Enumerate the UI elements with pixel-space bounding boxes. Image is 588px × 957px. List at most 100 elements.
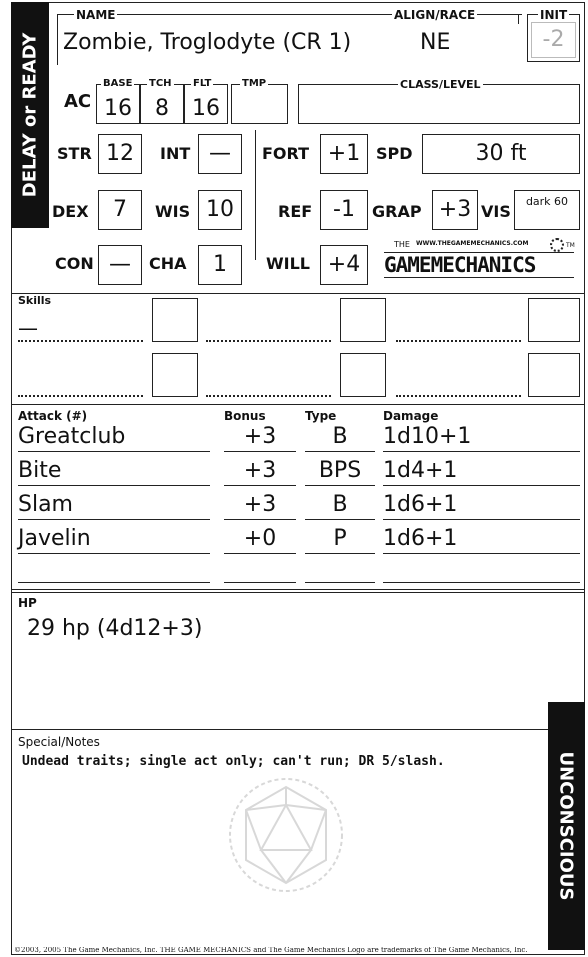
notes-top-rule — [11, 729, 548, 730]
attack-rule-5d — [383, 582, 580, 583]
hp-top-rule-2 — [11, 592, 585, 593]
attack-type-4: P — [333, 526, 347, 551]
attack-damage-2: 1d4+1 — [383, 458, 458, 483]
will-value: +4 — [327, 252, 361, 277]
fort-label: FORT — [262, 144, 310, 163]
attack-rule-4d — [383, 553, 580, 554]
attack-rule-2b — [224, 485, 296, 486]
cha-label: CHA — [149, 254, 187, 273]
skill-line-1c — [396, 340, 521, 342]
ref-value: -1 — [333, 197, 355, 222]
grap-label: GRAP — [372, 202, 422, 221]
dex-label: DEX — [52, 202, 89, 221]
ref-label: REF — [278, 202, 313, 221]
attack-rule-5b — [224, 582, 296, 583]
skill-line-1a — [18, 340, 143, 342]
attack-rule-4a — [18, 553, 210, 554]
skill-box-2b[interactable] — [340, 353, 386, 397]
copyright-footer: ©2003, 2005 The Game Mechanics, Inc. THE… — [14, 947, 528, 954]
attack-name-3: Slam — [18, 492, 73, 517]
unconscious-label: UNCONSCIOUS — [555, 751, 577, 901]
skill-box-1a[interactable] — [152, 298, 198, 342]
ac-label: AC — [64, 91, 92, 112]
spd-value: 30 ft — [475, 141, 527, 166]
attack-rule-2a — [18, 485, 210, 486]
con-value: — — [109, 252, 131, 277]
attack-damage-label: Damage — [383, 409, 439, 423]
logo-text: GAMEMECHANICS — [384, 252, 574, 278]
attack-rule-3d — [383, 519, 580, 520]
skill-line-2b — [206, 395, 331, 397]
attack-rule-1a — [18, 451, 210, 452]
delay-ready-bar[interactable]: DELAY or READY — [11, 2, 49, 228]
ability-save-divider — [255, 130, 256, 260]
attack-rule-1b — [224, 451, 296, 452]
game-mechanics-logo: WWW.THEGAMEMECHANICS.COM THE TM GAMEMECH… — [380, 238, 580, 288]
fort-value: +1 — [327, 141, 361, 166]
attack-damage-3: 1d6+1 — [383, 492, 458, 517]
delay-ready-label: DELAY or READY — [19, 32, 41, 198]
d20-watermark-icon — [229, 778, 343, 892]
attack-rule-4c — [305, 553, 375, 554]
skills-label: Skills — [18, 294, 52, 307]
skill-entry-1: — — [18, 316, 38, 340]
unconscious-bar[interactable]: UNCONSCIOUS — [548, 702, 585, 950]
ac-base-value: 16 — [104, 96, 132, 121]
ac-tmp-box[interactable] — [231, 84, 288, 124]
hp-label: HP — [18, 596, 37, 610]
ac-tch-label: TCH — [147, 78, 174, 89]
int-value: — — [209, 141, 231, 166]
hp-top-rule — [11, 589, 585, 590]
align-value: NE — [420, 30, 451, 55]
attack-label: Attack (#) — [18, 409, 88, 423]
attack-rule-3a — [18, 519, 210, 520]
notes-value: Undead traits; single act only; can't ru… — [22, 754, 445, 769]
skill-box-1c[interactable] — [528, 298, 580, 342]
ac-flt-label: FLT — [191, 78, 214, 89]
vis-value: dark 60 — [525, 195, 569, 208]
str-label: STR — [57, 144, 92, 163]
attack-rule-5c — [305, 582, 375, 583]
init-label: INIT — [538, 8, 570, 22]
str-value: 12 — [106, 141, 134, 166]
notes-label: Special/Notes — [18, 735, 100, 749]
attack-rule-1d — [383, 451, 580, 452]
attack-bonus-3: +3 — [243, 492, 277, 517]
skill-box-2c[interactable] — [528, 353, 580, 397]
attack-damage-4: 1d6+1 — [383, 526, 458, 551]
skill-box-2a[interactable] — [152, 353, 198, 397]
wis-label: WIS — [155, 202, 191, 221]
skill-line-1b — [206, 340, 331, 342]
skill-line-2a — [18, 395, 143, 397]
dex-value: 7 — [113, 197, 127, 222]
con-label: CON — [55, 254, 94, 273]
spd-label: SPD — [376, 144, 413, 163]
attack-rule-4b — [224, 553, 296, 554]
attack-damage-1: 1d10+1 — [383, 424, 472, 449]
align-tick — [518, 14, 519, 24]
attack-name-2: Bite — [18, 458, 62, 483]
attack-type-2: BPS — [318, 458, 362, 483]
class-level-label: CLASS/LEVEL — [398, 78, 483, 91]
skills-top-rule — [11, 293, 585, 294]
vis-label: VIS — [481, 202, 511, 221]
attack-rule-2c — [305, 485, 375, 486]
logo-tm: TM — [566, 242, 575, 249]
will-label: WILL — [266, 254, 310, 273]
attack-bonus-label: Bonus — [224, 409, 266, 423]
skill-box-1b[interactable] — [340, 298, 386, 342]
name-label: NAME — [74, 8, 118, 22]
attack-bonus-4: +0 — [243, 526, 277, 551]
attack-top-rule — [11, 404, 585, 405]
cha-value: 1 — [213, 252, 227, 277]
grap-value: +3 — [438, 197, 472, 222]
attack-rule-3c — [305, 519, 375, 520]
gear-icon — [550, 238, 564, 252]
int-label: INT — [160, 144, 191, 163]
attack-bonus-1: +3 — [243, 424, 277, 449]
attack-type-1: B — [332, 424, 348, 449]
attack-rule-3b — [224, 519, 296, 520]
align-label: ALIGN/RACE — [392, 8, 478, 22]
name-value: Zombie, Troglodyte (CR 1) — [63, 30, 352, 55]
ac-flt-value: 16 — [192, 96, 220, 121]
